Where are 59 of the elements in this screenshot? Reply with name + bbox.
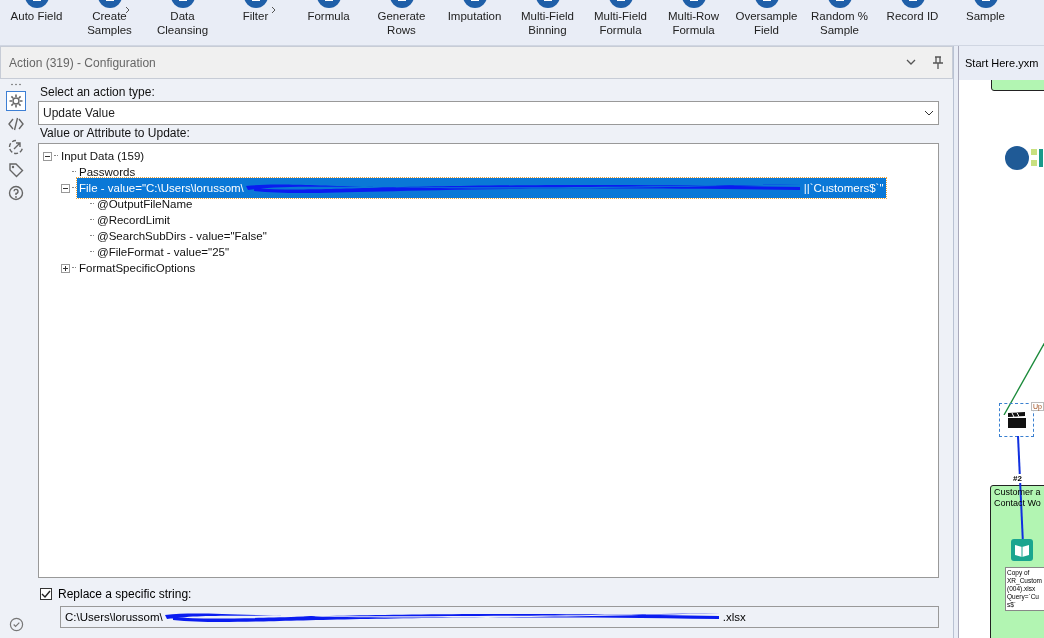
field-label: Value or Attribute to Update: (40, 126, 191, 141)
input-field[interactable]: C:\Users\lorussom\ .xlsx (60, 606, 939, 628)
tool-button[interactable]: Create Samples (73, 0, 146, 45)
tool-icon (680, 0, 707, 10)
tag-icon[interactable] (6, 160, 26, 180)
clapperboard-icon (1006, 411, 1027, 429)
tool-button[interactable]: Formula (292, 0, 365, 45)
tool-button[interactable]: Filter (219, 0, 292, 45)
collapse-icon[interactable] (61, 183, 70, 193)
tool-button[interactable]: Oversample Field (730, 0, 803, 45)
tool-icon (23, 0, 50, 10)
tool-button[interactable]: Imputation (438, 0, 511, 45)
tree-item[interactable]: @FileFormat - value="25" (95, 246, 231, 258)
more-icon[interactable] (10, 83, 22, 86)
help-icon[interactable] (6, 183, 26, 203)
tree-item[interactable]: Passwords (77, 166, 138, 178)
tool-button[interactable]: Multi-Row Formula (657, 0, 730, 45)
expand-icon[interactable] (61, 263, 70, 273)
tool-icon (242, 0, 269, 10)
connection-icon[interactable] (6, 137, 26, 157)
tree-item[interactable]: FormatSpecificOptions (77, 262, 198, 274)
check-circle-icon (8, 617, 24, 632)
tree-item[interactable]: @RecordLimit (95, 214, 173, 226)
tool-button[interactable]: Generate Rows (365, 0, 438, 45)
tool-icon (461, 0, 488, 10)
tool-button[interactable]: Random % Sample (803, 0, 876, 45)
tool-icon (607, 0, 634, 10)
tool-icon (388, 0, 415, 10)
tree-item[interactable]: @OutputFileName (95, 198, 195, 210)
chevron-down-icon (924, 110, 934, 116)
chevron-down-icon[interactable] (906, 59, 916, 66)
action-type-dropdown[interactable]: Update Value (38, 101, 939, 125)
tool-button[interactable]: Multi-Field Binning (511, 0, 584, 45)
tool-button[interactable]: Record ID (876, 0, 949, 45)
tool-icon (315, 0, 342, 10)
tree-item[interactable]: @SearchSubDirs - value="False" (95, 230, 269, 242)
connection-label: #2 (1012, 474, 1023, 483)
settings-icon[interactable] (6, 91, 26, 111)
checkbox[interactable] (40, 588, 52, 600)
tree-item[interactable]: Input Data (159) (59, 150, 147, 162)
tool-icon (96, 0, 123, 10)
panel-title: Action (319) - Configuration (9, 55, 157, 70)
field-label: Select an action type: (40, 85, 156, 100)
tool-button[interactable]: Auto Field (0, 0, 73, 45)
tool-button[interactable]: Sample (949, 0, 1022, 45)
book-icon[interactable] (1011, 539, 1033, 561)
tool-icon (826, 0, 853, 10)
tool-button[interactable]: Data Cleansing (146, 0, 219, 45)
tool-icon (899, 0, 926, 10)
collapse-icon[interactable] (43, 151, 52, 161)
checkbox-label: Replace a specific string: (58, 587, 192, 601)
tool-icon (534, 0, 561, 10)
tool-icon (972, 0, 999, 10)
pin-icon[interactable] (932, 55, 944, 70)
tool-icon (169, 0, 196, 10)
tree-item[interactable]: File - value="C:\Users\lorussom\ ||`Customers$`" (77, 178, 886, 198)
tool-node[interactable] (999, 403, 1034, 437)
tool-icon (753, 0, 780, 10)
tool-button[interactable]: Multi-Field Formula (584, 0, 657, 45)
